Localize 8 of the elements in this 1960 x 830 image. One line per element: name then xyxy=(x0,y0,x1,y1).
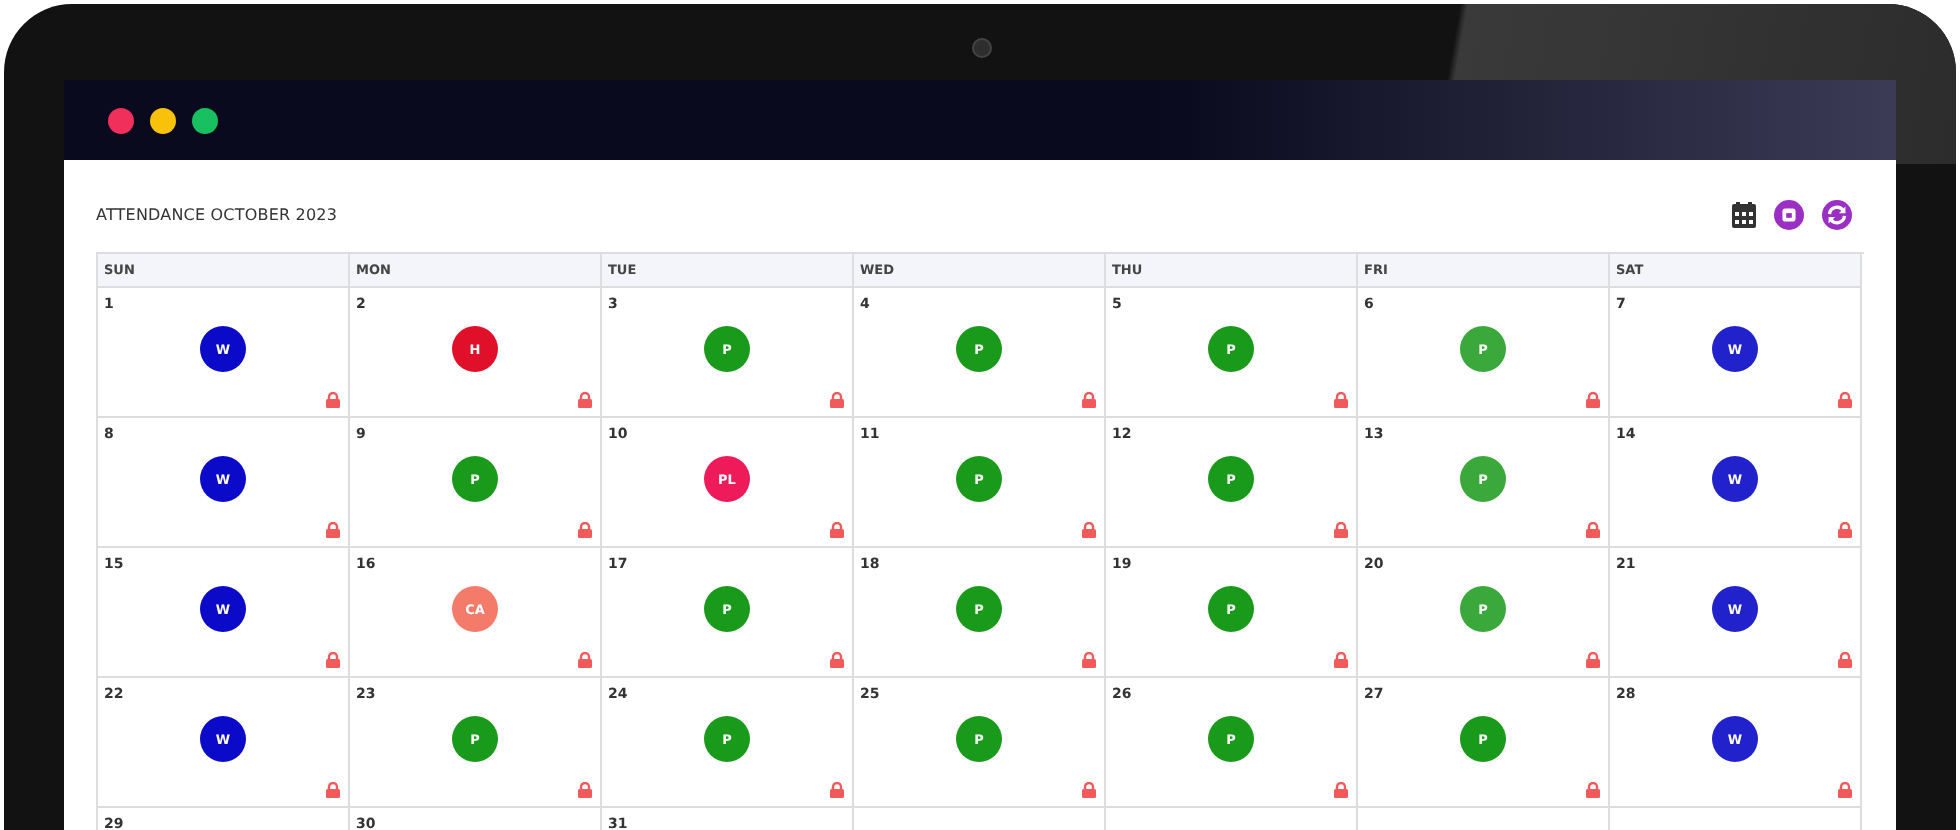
refresh-icon[interactable] xyxy=(1822,199,1852,229)
minimize-icon[interactable] xyxy=(150,107,176,133)
page-title: ATTENDANCE OCTOBER 2023 xyxy=(96,205,338,223)
stop-icon[interactable] xyxy=(1774,199,1804,229)
camera-icon xyxy=(972,38,992,58)
close-icon[interactable] xyxy=(108,107,134,133)
maximize-icon[interactable] xyxy=(192,107,218,133)
calendar-icon[interactable] xyxy=(1732,201,1756,227)
